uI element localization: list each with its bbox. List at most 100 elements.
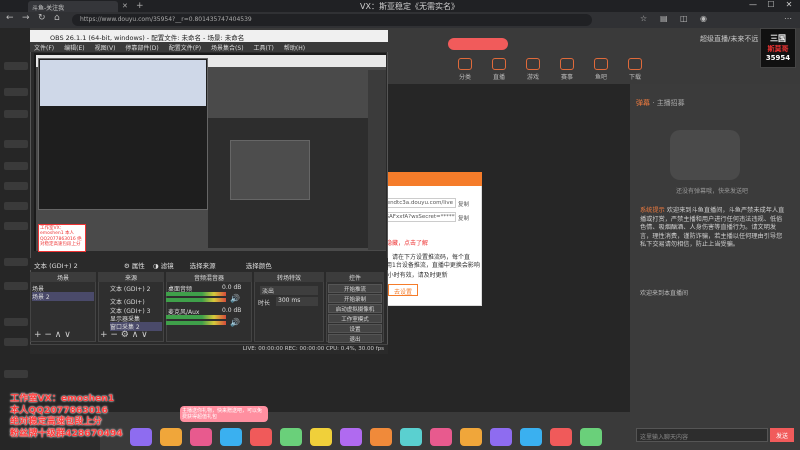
sidebar-item[interactable]	[4, 258, 28, 266]
gift-icon[interactable]	[310, 428, 332, 446]
menu-icon[interactable]: ⋯	[784, 14, 794, 24]
browser-tab[interactable]: 斗鱼-关注我	[28, 1, 118, 12]
menu-help[interactable]: 帮助(H)	[284, 45, 305, 52]
gift-banner[interactable]: 主播送你礼物，快来赠送吧，可以免费获得超值礼包	[180, 406, 268, 422]
profile-icon[interactable]: ◉	[700, 14, 710, 24]
select-source-button[interactable]: 选择来源	[190, 262, 216, 270]
copy-url-button[interactable]: 复制	[458, 200, 469, 208]
tab-danmaku[interactable]: 弹幕	[636, 99, 650, 107]
dialog-setup-button[interactable]: 去设置	[388, 284, 418, 296]
copy-key-button[interactable]: 复制	[458, 214, 469, 222]
sidebar-item[interactable]	[4, 182, 28, 190]
source-toolbar: 文本 (GDI+) 2 ⚙ 属性 ◑ 滤镜 选择来源 选择颜色	[30, 258, 388, 270]
chat-tabs[interactable]: 弹幕 · 主播招募	[636, 98, 685, 108]
nav-item-3[interactable]: 游戏	[516, 58, 550, 81]
settings-button[interactable]: 设置	[328, 324, 382, 333]
nav-item-5[interactable]: 鱼吧	[584, 58, 618, 81]
mascot-image	[670, 130, 740, 180]
gift-icon[interactable]	[190, 428, 212, 446]
source-tools[interactable]: + − ⚙ ∧ ∨	[100, 330, 148, 340]
nav-item-6[interactable]: 下载	[618, 58, 652, 81]
start-streaming-button[interactable]: 开始推流	[328, 284, 382, 293]
back-icon[interactable]: ←	[6, 13, 14, 23]
gift-icon[interactable]	[250, 428, 272, 446]
menu-docks[interactable]: 停靠部件(D)	[125, 45, 158, 52]
scene-tools[interactable]: + − ∧ ∨	[34, 330, 71, 340]
nav-item-1[interactable]: 分类	[448, 58, 482, 81]
source-item[interactable]: 文本 (GDI+)	[110, 297, 145, 306]
collections-icon[interactable]: ▤	[660, 14, 670, 24]
scene-item[interactable]: 场景 2	[32, 292, 94, 301]
extensions-icon[interactable]: ◫	[680, 14, 690, 24]
studio-mode-button[interactable]: 工作室模式	[328, 314, 382, 323]
transition-select[interactable]: 淡出	[260, 286, 318, 295]
gift-icon[interactable]	[340, 428, 362, 446]
menu-edit[interactable]: 编辑(E)	[64, 45, 84, 52]
menu-profile[interactable]: 配置文件(P)	[169, 45, 201, 52]
sidebar-item[interactable]	[4, 162, 28, 170]
sidebar-item[interactable]	[4, 370, 28, 378]
exit-button[interactable]: 退出	[328, 334, 382, 343]
menu-view[interactable]: 视图(V)	[95, 45, 116, 52]
nav-item-2[interactable]: 直播	[482, 58, 516, 81]
chat-input[interactable]: 这里输入聊天内容	[636, 428, 768, 442]
sidebar-item[interactable]	[4, 282, 28, 290]
address-bar[interactable]: https://www.douyu.com/35954?__r=0.801435…	[72, 14, 592, 26]
duration-input[interactable]: 300 ms	[276, 297, 318, 306]
send-button[interactable]: 发送	[770, 428, 794, 442]
gift-icon[interactable]	[460, 428, 482, 446]
close-tab-icon[interactable]: ✕	[122, 2, 128, 10]
mute-icon[interactable]: 🔊	[230, 318, 240, 327]
sources-header: 来源	[98, 272, 164, 282]
gift-icon[interactable]	[220, 428, 242, 446]
favorite-icon[interactable]: ☆	[640, 14, 650, 24]
minimize-icon[interactable]: —	[746, 0, 760, 12]
user-status-label[interactable]: 超级直播/未来不远	[700, 34, 758, 44]
nested-capture-top	[40, 60, 206, 106]
sidebar-item[interactable]	[4, 88, 28, 96]
mute-icon[interactable]: 🔊	[230, 294, 240, 303]
menu-file[interactable]: 文件(F)	[34, 45, 54, 52]
search-button[interactable]	[448, 38, 508, 50]
controls-header: 控件	[326, 272, 384, 282]
sidebar-item[interactable]	[4, 62, 28, 70]
badge-name: 斯莫哥	[767, 45, 789, 53]
gift-icon[interactable]	[280, 428, 302, 446]
sidebar-item[interactable]	[4, 110, 28, 118]
properties-button[interactable]: ⚙ 属性	[124, 262, 145, 270]
source-item[interactable]: 文本 (GDI+) 2	[110, 284, 150, 293]
close-window-icon[interactable]: ✕	[782, 0, 796, 12]
virtual-camera-button[interactable]: 启动虚拟摄像机	[328, 304, 382, 313]
preview-chat	[368, 70, 386, 250]
gift-icon[interactable]	[370, 428, 392, 446]
menu-tools[interactable]: 工具(T)	[254, 45, 274, 52]
gift-icon[interactable]	[130, 428, 152, 446]
gift-icon[interactable]	[490, 428, 512, 446]
sidebar-item[interactable]	[4, 202, 28, 210]
new-tab-icon[interactable]: +	[136, 1, 144, 11]
home-icon[interactable]: ⌂	[54, 13, 60, 23]
tab-recruit[interactable]: 主播招募	[657, 99, 685, 107]
gift-icon[interactable]	[430, 428, 452, 446]
gift-icon[interactable]	[520, 428, 542, 446]
maximize-icon[interactable]: ☐	[764, 0, 778, 12]
gift-icon[interactable]	[550, 428, 572, 446]
audio-meter	[166, 298, 226, 302]
sidebar-item[interactable]	[4, 318, 28, 326]
select-color-button[interactable]: 选择颜色	[246, 262, 272, 270]
sidebar-item[interactable]	[4, 140, 28, 148]
nav-item-4[interactable]: 赛事	[550, 58, 584, 81]
badge-brand: 三国	[770, 34, 786, 43]
reload-icon[interactable]: ↻	[38, 13, 46, 23]
gift-icon[interactable]	[160, 428, 182, 446]
promo-text: 工作室VX：emoshen1 本人QQ2077863016 绝对稳定高速包段上分…	[10, 393, 123, 439]
forward-icon[interactable]: →	[22, 13, 30, 23]
mixer-track-db: 0.0 dB	[222, 284, 242, 291]
start-recording-button[interactable]: 开始录制	[328, 294, 382, 303]
gift-icon[interactable]	[580, 428, 602, 446]
sidebar-item[interactable]	[4, 222, 28, 230]
menu-scene-collection[interactable]: 场景集合(S)	[211, 45, 244, 52]
filters-button[interactable]: ◑ 滤镜	[153, 262, 174, 270]
sidebar-item[interactable]	[4, 338, 28, 346]
gift-icon[interactable]	[400, 428, 422, 446]
